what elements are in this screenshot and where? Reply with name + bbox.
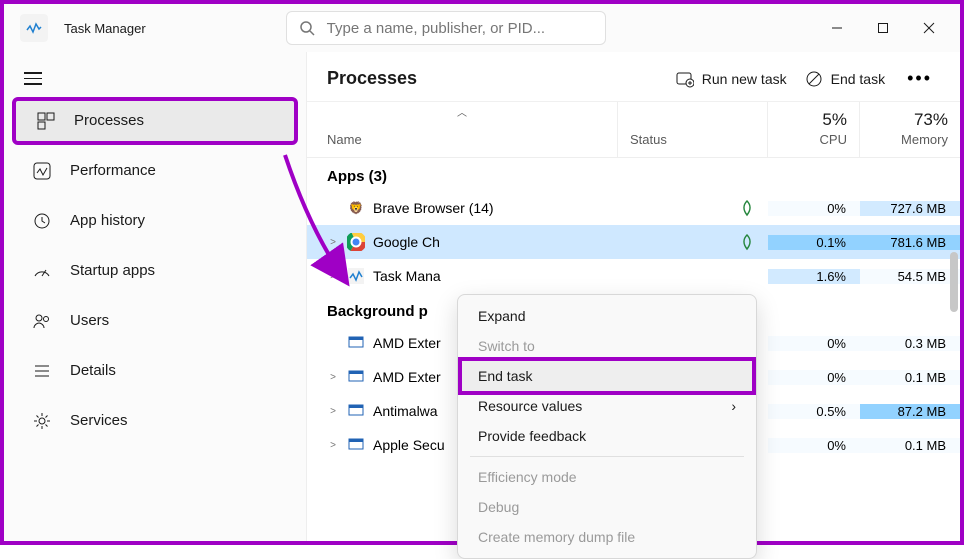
separator — [470, 456, 744, 457]
sort-caret-icon: ︿ — [457, 104, 467, 119]
sidebar-item-label: Processes — [74, 112, 144, 129]
chevron-right-icon: › — [731, 398, 736, 414]
activity-icon — [32, 161, 52, 181]
more-icon: ••• — [907, 68, 932, 88]
cpu-value: 0% — [768, 201, 860, 216]
sidebar-item-label: App history — [70, 212, 145, 229]
column-name[interactable]: ︿ Name — [307, 102, 618, 157]
ctx-provide-feedback[interactable]: Provide feedback — [458, 421, 756, 451]
memory-value: 781.6 MB — [860, 235, 960, 250]
chrome-icon — [347, 233, 365, 251]
maximize-button[interactable] — [860, 12, 906, 44]
page-title: Processes — [327, 68, 417, 89]
sidebar-item-details[interactable]: Details — [12, 347, 298, 395]
ctx-efficiency-mode: Efficiency mode — [458, 462, 756, 492]
process-name: Google Ch — [373, 234, 440, 250]
search-input[interactable]: Type a name, publisher, or PID... — [286, 11, 606, 45]
end-task-label: End task — [831, 71, 885, 87]
run-task-icon — [676, 70, 694, 88]
process-name: AMD Exter — [373, 335, 441, 351]
hamburger-button[interactable] — [4, 60, 306, 97]
app-icon — [347, 334, 365, 352]
column-cpu[interactable]: 5% CPU — [768, 102, 860, 157]
process-name: Antimalwa — [373, 403, 438, 419]
titlebar: Task Manager Type a name, publisher, or … — [4, 4, 960, 52]
process-row[interactable]: 🦁 Brave Browser (14) 0% 727.6 MB — [307, 191, 960, 225]
sidebar-item-services[interactable]: Services — [12, 397, 298, 445]
cpu-value: 0% — [768, 370, 860, 385]
list-icon — [32, 361, 52, 381]
sidebar-item-label: Services — [70, 412, 128, 429]
cpu-value: 0.5% — [768, 404, 860, 419]
minimize-button[interactable] — [814, 12, 860, 44]
grid-icon — [36, 111, 56, 131]
efficiency-mode-icon — [618, 233, 768, 251]
app-icon — [347, 368, 365, 386]
efficiency-mode-icon — [618, 199, 768, 217]
process-name: Apple Secu — [373, 437, 445, 453]
sidebar-item-processes[interactable]: Processes — [12, 97, 298, 145]
run-new-task-button[interactable]: Run new task — [676, 70, 787, 88]
brave-icon: 🦁 — [347, 199, 365, 217]
memory-value: 0.1 MB — [860, 370, 960, 385]
history-icon — [32, 211, 52, 231]
memory-value: 54.5 MB — [860, 269, 960, 284]
more-options-button[interactable]: ••• — [903, 68, 936, 89]
ctx-end-task[interactable]: End task — [458, 357, 756, 395]
speed-icon — [32, 261, 52, 281]
app-title: Task Manager — [64, 21, 146, 36]
close-button[interactable] — [906, 12, 952, 44]
process-name: Task Mana — [373, 268, 441, 284]
expand-chevron[interactable]: > — [327, 271, 339, 282]
sidebar-item-app-history[interactable]: App history — [12, 197, 298, 245]
sidebar-item-startup-apps[interactable]: Startup apps — [12, 247, 298, 295]
ctx-resource-values[interactable]: Resource values › — [458, 391, 756, 421]
run-new-task-label: Run new task — [702, 71, 787, 87]
app-icon — [347, 402, 365, 420]
expand-chevron[interactable]: > — [327, 237, 339, 248]
search-icon — [299, 20, 315, 36]
hamburger-icon — [24, 72, 42, 85]
cpu-value: 0% — [768, 336, 860, 351]
process-name: Brave Browser (14) — [373, 200, 494, 216]
ctx-expand[interactable]: Expand — [458, 301, 756, 331]
process-row[interactable]: > Google Ch 0.1% 781.6 MB — [307, 225, 960, 259]
task-manager-icon — [347, 267, 365, 285]
context-menu: Expand Switch to End task Resource value… — [457, 294, 757, 559]
column-status[interactable]: Status — [618, 102, 768, 157]
scrollbar-thumb[interactable] — [950, 252, 958, 312]
ctx-debug: Debug — [458, 492, 756, 522]
process-row[interactable]: > Task Mana 1.6% 54.5 MB — [307, 259, 960, 293]
cpu-value: 1.6% — [768, 269, 860, 284]
memory-value: 0.1 MB — [860, 438, 960, 453]
search-placeholder: Type a name, publisher, or PID... — [327, 20, 545, 37]
column-memory[interactable]: 73% Memory — [860, 102, 960, 157]
column-headers: ︿ Name Status 5% CPU 73% Memory — [307, 101, 960, 158]
expand-chevron[interactable]: > — [327, 372, 339, 383]
sidebar-item-performance[interactable]: Performance — [12, 147, 298, 195]
sidebar: Processes Performance App history Startu… — [4, 52, 306, 541]
memory-value: 87.2 MB — [860, 404, 960, 419]
memory-value: 727.6 MB — [860, 201, 960, 216]
end-task-icon — [805, 70, 823, 88]
users-icon — [32, 311, 52, 331]
end-task-button[interactable]: End task — [805, 70, 885, 88]
sidebar-item-label: Performance — [70, 162, 156, 179]
group-header-apps: Apps (3) — [307, 158, 960, 191]
sidebar-item-label: Users — [70, 312, 109, 329]
app-icon — [20, 14, 48, 42]
cpu-value: 0.1% — [768, 235, 860, 250]
sidebar-item-label: Startup apps — [70, 262, 155, 279]
app-icon — [347, 436, 365, 454]
gear-icon — [32, 411, 52, 431]
memory-value: 0.3 MB — [860, 336, 960, 351]
cpu-value: 0% — [768, 438, 860, 453]
sidebar-item-label: Details — [70, 362, 116, 379]
ctx-create-dump: Create memory dump file — [458, 522, 756, 552]
expand-chevron[interactable]: > — [327, 406, 339, 417]
expand-chevron[interactable]: > — [327, 440, 339, 451]
process-name: AMD Exter — [373, 369, 441, 385]
sidebar-item-users[interactable]: Users — [12, 297, 298, 345]
